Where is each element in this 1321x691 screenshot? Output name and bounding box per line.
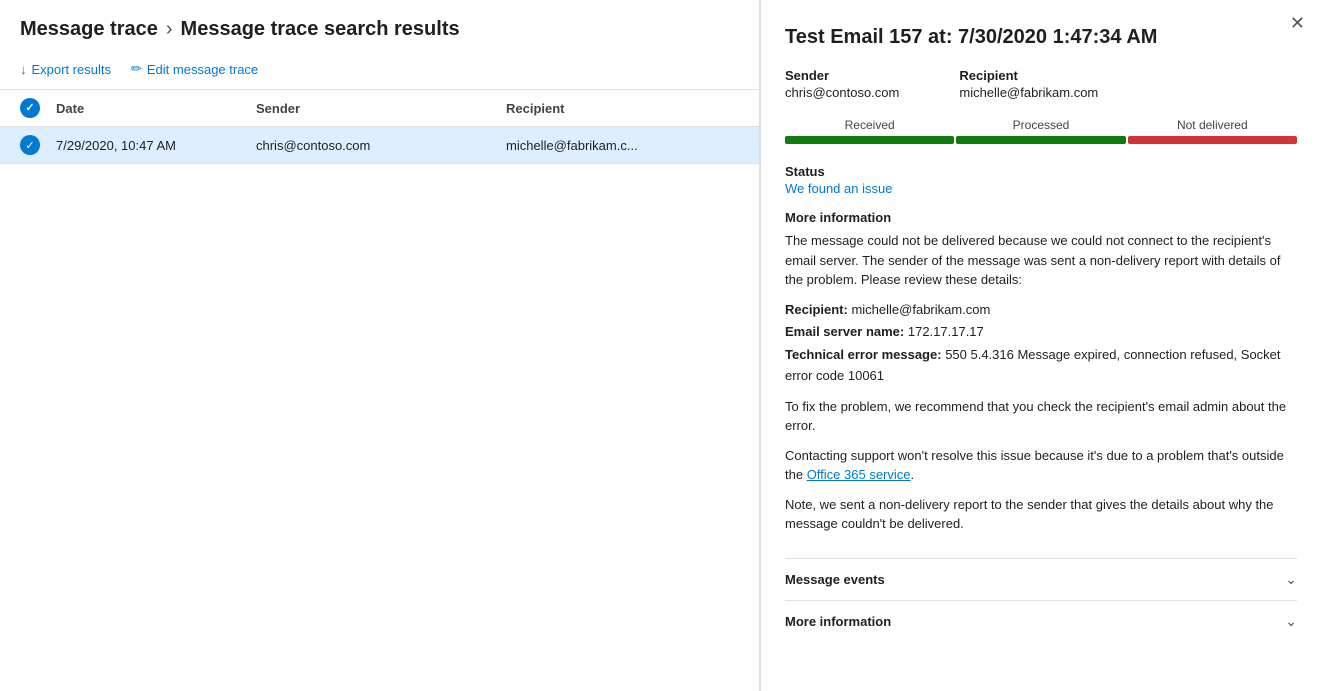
fix-para: To fix the problem, we recommend that yo…: [785, 397, 1297, 436]
recipient-detail-line: Recipient: michelle@fabrikam.com: [785, 300, 1297, 321]
detail-title: Test Email 157 at: 7/30/2020 1:47:34 AM: [785, 24, 1297, 50]
chevron-down-icon: ⌄: [1285, 571, 1297, 588]
sender-block: Sender chris@contoso.com: [785, 68, 899, 100]
step-not-delivered-bar: [1128, 136, 1297, 144]
note-para: Note, we sent a non-delivery report to t…: [785, 495, 1297, 534]
header-sender: Sender: [256, 101, 506, 116]
left-panel: Message trace › Message trace search res…: [0, 0, 760, 691]
accordion-message-events[interactable]: Message events ⌄: [785, 558, 1297, 600]
export-results-button[interactable]: ↓ Export results: [20, 58, 111, 81]
accordion1-label: Message events: [785, 572, 885, 587]
close-button[interactable]: ✕: [1290, 14, 1305, 32]
email-server-value: 172.17.17.17: [908, 324, 984, 339]
edit-message-trace-label: Edit message trace: [147, 62, 258, 77]
row-date: 7/29/2020, 10:47 AM: [56, 138, 256, 153]
recipient-label: Recipient: [959, 68, 1098, 83]
chevron-down-icon-2: ⌄: [1285, 613, 1297, 630]
table-header: ✓ Date Sender Recipient: [0, 89, 759, 127]
office365-link[interactable]: Office 365 service: [807, 467, 911, 482]
accordion2-label: More information: [785, 614, 891, 629]
step-received-bar: [785, 136, 954, 144]
email-server-line: Email server name: 172.17.17.17: [785, 322, 1297, 343]
header-recipient: Recipient: [506, 101, 739, 116]
step-not-delivered-label: Not delivered: [1177, 118, 1248, 132]
email-server-label: Email server name:: [785, 324, 904, 339]
recipient-value: michelle@fabrikam.com: [959, 85, 1098, 100]
breadcrumb-current: Message trace search results: [181, 18, 460, 41]
tech-error-label: Technical error message:: [785, 347, 942, 362]
step-received-label: Received: [845, 118, 895, 132]
support-para: Contacting support won't resolve this is…: [785, 446, 1297, 485]
more-info-section: More information The message could not b…: [785, 210, 1297, 544]
status-value: We found an issue: [785, 181, 1297, 196]
edit-message-trace-button[interactable]: ✏ Edit message trace: [131, 57, 258, 81]
step-processed-label: Processed: [1013, 118, 1070, 132]
download-icon: ↓: [20, 62, 27, 77]
steps-row: Received Processed Not delivered: [785, 118, 1297, 144]
toolbar: ↓ Export results ✏ Edit message trace: [0, 53, 759, 89]
more-info-heading: More information: [785, 210, 1297, 225]
header-date: Date: [56, 101, 256, 116]
breadcrumb-parent[interactable]: Message trace: [20, 18, 158, 41]
step-processed-bar: [956, 136, 1125, 144]
header-check-col: ✓: [20, 98, 56, 118]
recipient-detail-value: michelle@fabrikam.com: [851, 302, 990, 317]
row-recipient: michelle@fabrikam.c...: [506, 138, 739, 153]
step-processed: Processed: [956, 118, 1125, 144]
more-info-para1: The message could not be delivered becau…: [785, 231, 1297, 290]
row-sender: chris@contoso.com: [256, 138, 506, 153]
sender-label: Sender: [785, 68, 899, 83]
tech-error-line: Technical error message: 550 5.4.316 Mes…: [785, 345, 1297, 387]
status-section: Status We found an issue: [785, 164, 1297, 196]
edit-icon: ✏: [131, 61, 142, 77]
check-header-icon: ✓: [20, 98, 40, 118]
recipient-detail-label: Recipient:: [785, 302, 848, 317]
table-row[interactable]: ✓ 7/29/2020, 10:47 AM chris@contoso.com …: [0, 127, 759, 164]
row-check-col: ✓: [20, 135, 56, 155]
step-not-delivered: Not delivered: [1128, 118, 1297, 144]
breadcrumb-separator: ›: [166, 18, 173, 41]
accordion-more-information[interactable]: More information ⌄: [785, 600, 1297, 642]
support-para-suffix: .: [911, 467, 915, 482]
sender-value: chris@contoso.com: [785, 85, 899, 100]
row-check-icon: ✓: [20, 135, 40, 155]
breadcrumb: Message trace › Message trace search res…: [0, 0, 759, 53]
right-panel: ✕ Test Email 157 at: 7/30/2020 1:47:34 A…: [760, 0, 1321, 691]
sender-recipient-row: Sender chris@contoso.com Recipient miche…: [785, 68, 1297, 100]
recipient-block: Recipient michelle@fabrikam.com: [959, 68, 1098, 100]
status-heading: Status: [785, 164, 1297, 179]
export-results-label: Export results: [32, 62, 111, 77]
step-received: Received: [785, 118, 954, 144]
